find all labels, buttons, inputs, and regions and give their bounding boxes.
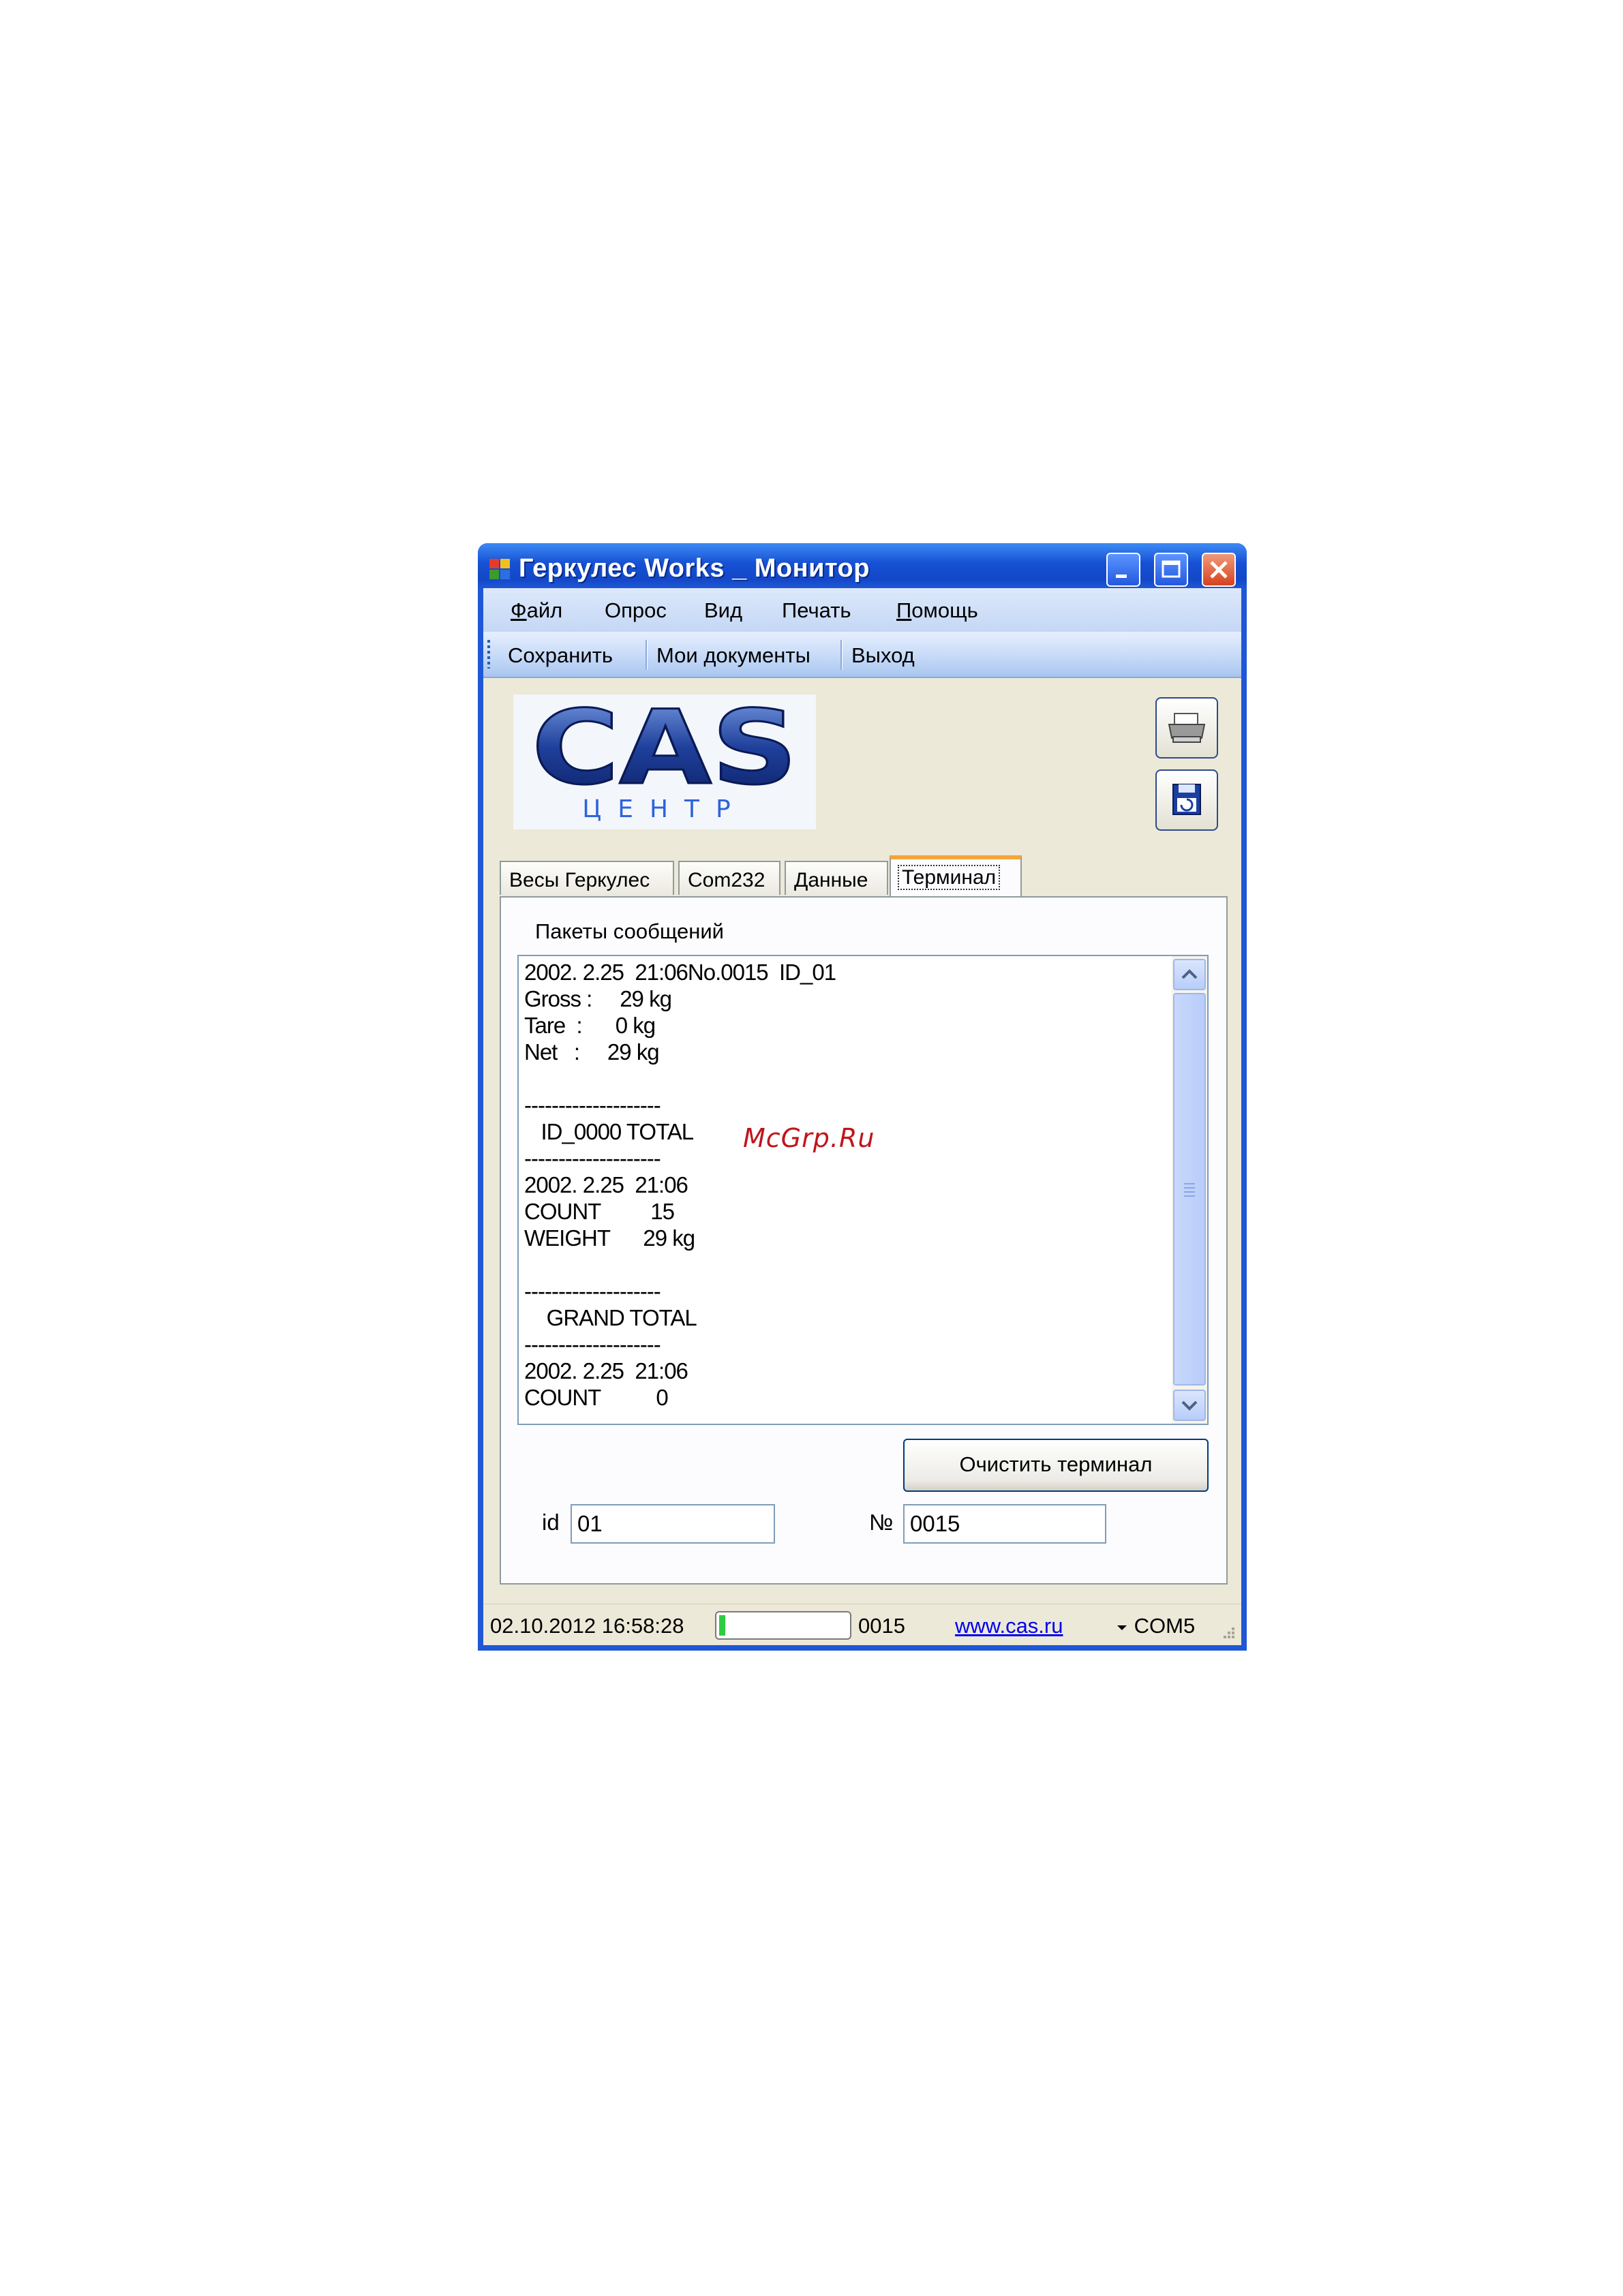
tab-data[interactable]: Данные xyxy=(785,861,888,895)
cas-logo: CAS ЦЕНТР xyxy=(513,688,816,829)
menu-bar: Файл Опрос Вид Печать Помощь xyxy=(483,588,1241,632)
menu-help[interactable]: Помощь xyxy=(896,598,978,623)
menu-file[interactable]: Файл xyxy=(511,598,562,623)
menu-print-label: Печать xyxy=(782,598,851,622)
progress-fill xyxy=(719,1615,725,1636)
menu-file-accesskey: Ф xyxy=(511,598,527,622)
toolbar-separator xyxy=(646,640,648,670)
menu-help-label: омощь xyxy=(911,598,978,622)
toolbar-separator xyxy=(840,640,843,670)
tab-label: Данные xyxy=(794,869,868,891)
menu-file-label: айл xyxy=(526,598,563,622)
print-button[interactable] xyxy=(1155,697,1218,759)
port-dropdown[interactable]: COM5 xyxy=(1116,1614,1195,1638)
id-field[interactable] xyxy=(571,1504,775,1544)
maximize-icon xyxy=(1162,560,1181,578)
grip-icon xyxy=(1184,1183,1195,1197)
dropdown-arrow-icon xyxy=(1117,1625,1127,1630)
tab-label: Терминал xyxy=(897,865,1001,890)
website-link[interactable]: www.cas.ru xyxy=(955,1614,1063,1638)
status-bar: 02.10.2012 16:58:28 0015 www.cas.ru COM5 xyxy=(483,1604,1241,1645)
exit-button[interactable]: Выход xyxy=(851,643,915,668)
menu-view[interactable]: Вид xyxy=(704,598,742,623)
number-field[interactable] xyxy=(903,1504,1106,1544)
app-window: Геркулес Works _ Монитор Файл Опрос Вид … xyxy=(478,543,1247,1651)
menu-poll[interactable]: Опрос xyxy=(605,598,667,623)
window-title: Геркулес Works _ Монитор xyxy=(519,554,870,583)
printer-icon xyxy=(1168,713,1206,743)
app-icon xyxy=(489,559,510,579)
my-documents-button[interactable]: Мои документы xyxy=(656,643,810,668)
floppy-disk-icon xyxy=(1172,784,1201,815)
tab-com232[interactable]: Com232 xyxy=(678,861,780,895)
minimize-button[interactable] xyxy=(1106,553,1140,587)
save-button[interactable]: Сохранить xyxy=(508,643,613,668)
chevron-up-icon xyxy=(1181,969,1198,979)
port-label: COM5 xyxy=(1134,1614,1196,1638)
scroll-down-button[interactable] xyxy=(1173,1390,1206,1421)
maximize-button[interactable] xyxy=(1154,553,1188,587)
menu-poll-label: Опрос xyxy=(605,598,667,622)
scroll-thumb[interactable] xyxy=(1173,993,1206,1386)
title-bar[interactable]: Геркулес Works _ Монитор xyxy=(478,543,1247,588)
number-label: № xyxy=(869,1510,894,1535)
toolbar-grip[interactable] xyxy=(487,640,490,669)
clear-terminal-button[interactable]: Очистить терминал xyxy=(903,1439,1209,1492)
chevron-down-icon xyxy=(1181,1400,1198,1411)
status-progress-bar xyxy=(715,1611,851,1640)
vertical-scrollbar[interactable] xyxy=(1172,956,1207,1424)
logo-brand-text: CAS xyxy=(532,694,798,808)
status-datetime: 02.10.2012 16:58:28 xyxy=(490,1614,684,1638)
logo-sub-text: ЦЕНТР xyxy=(582,795,746,823)
tab-scales-hercules[interactable]: Весы Геркулес xyxy=(500,861,674,895)
minimize-icon xyxy=(1116,575,1127,578)
close-icon xyxy=(1210,561,1228,579)
cas-logo-graphic: CAS ЦЕНТР xyxy=(531,688,799,824)
tab-label: Com232 xyxy=(688,869,765,891)
scroll-up-button[interactable] xyxy=(1173,959,1206,990)
watermark-text: McGrp.Ru xyxy=(743,1123,875,1153)
toolbar: Сохранить Мои документы Выход xyxy=(483,632,1241,678)
status-count: 0015 xyxy=(858,1614,905,1638)
menu-help-accesskey: П xyxy=(896,598,912,622)
terminal-panel: Пакеты сообщений 2002. 2.25 21:06No.0015… xyxy=(500,896,1228,1585)
tab-terminal[interactable]: Терминал xyxy=(890,855,1022,896)
save-disk-button[interactable] xyxy=(1155,769,1218,831)
id-label: id xyxy=(542,1510,560,1535)
terminal-log-text: 2002. 2.25 21:06No.0015 ID_01 Gross : 29… xyxy=(524,960,836,1410)
menu-print[interactable]: Печать xyxy=(782,598,851,623)
tab-label: Весы Геркулес xyxy=(509,869,650,891)
terminal-log-textbox[interactable]: 2002. 2.25 21:06No.0015 ID_01 Gross : 29… xyxy=(517,955,1209,1425)
window-client-area: Файл Опрос Вид Печать Помощь Сохранить М… xyxy=(483,588,1241,1645)
message-packets-label: Пакеты сообщений xyxy=(535,919,724,943)
close-button[interactable] xyxy=(1202,553,1236,587)
resize-grip-icon[interactable] xyxy=(1218,1622,1237,1641)
menu-view-label: Вид xyxy=(704,598,743,622)
